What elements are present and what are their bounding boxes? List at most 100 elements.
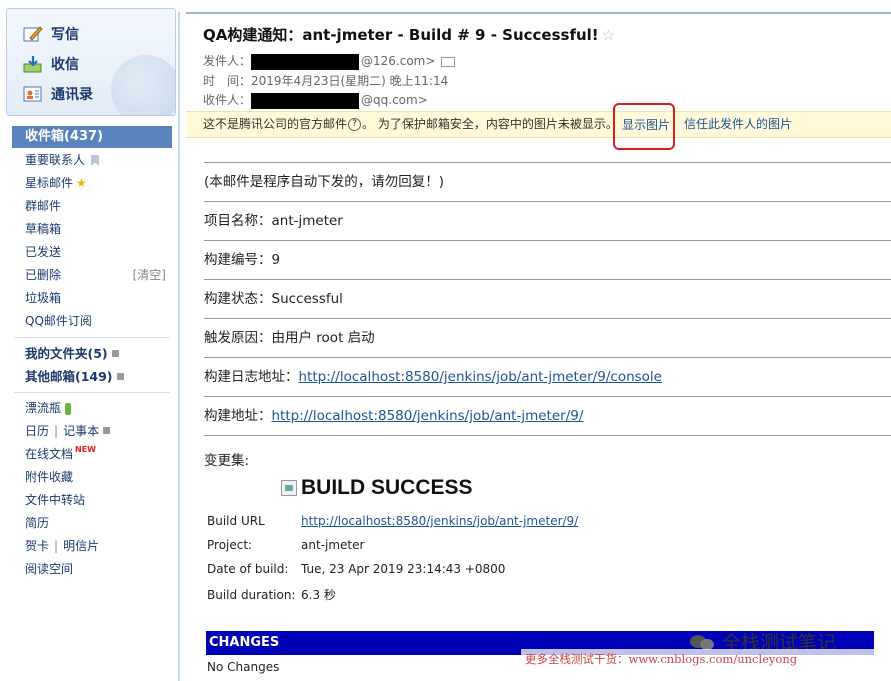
folder-deleted[interactable]: 已删除 [清空] xyxy=(12,264,172,287)
show-images-link[interactable]: 显示图片 xyxy=(622,113,670,138)
to-domain[interactable]: @qq.com> xyxy=(361,93,428,107)
star-outline-icon[interactable]: ☆ xyxy=(602,26,615,44)
changeset-label: 变更集: xyxy=(204,453,250,469)
cause-value: 由用户 root 启动 xyxy=(271,330,375,346)
report-value: ant-jmeter xyxy=(301,538,365,552)
folder-label: 已删除 xyxy=(25,268,62,282)
time-value: 2019年4月23日(星期二) 晚上11:14 xyxy=(251,74,449,88)
qq-penguin-decoration xyxy=(111,55,175,115)
report-row: Build duration: 6.3 秒 xyxy=(207,586,336,603)
folder-group-mail[interactable]: 群邮件 xyxy=(12,195,172,218)
folder-important-contacts[interactable]: 重要联系人 xyxy=(12,149,172,172)
redacted-sender xyxy=(251,53,360,70)
report-value: Tue, 23 Apr 2019 23:14:43 +0800 xyxy=(301,562,506,576)
contacts-icon xyxy=(23,85,43,103)
lock-icon xyxy=(116,373,124,380)
from-line: 发件人： @126.com> xyxy=(203,52,456,70)
build-url-link[interactable]: http://localhost:8580/jenkins/job/ant-jm… xyxy=(272,408,584,424)
calendar-link[interactable]: 日历 xyxy=(25,424,49,438)
folder-label: 重要联系人 xyxy=(25,153,86,167)
other-mailboxes-label: 其他邮箱(149) xyxy=(25,369,113,384)
log-url-row: 构建日志地址：http://localhost:8580/jenkins/job… xyxy=(204,357,891,396)
folder-spam[interactable]: 垃圾箱 xyxy=(12,287,172,310)
log-url-link[interactable]: http://localhost:8580/jenkins/job/ant-jm… xyxy=(299,369,662,385)
divider xyxy=(14,337,170,338)
empty-trash-link[interactable]: [清空] xyxy=(133,264,166,287)
build-number-value: 9 xyxy=(271,252,281,268)
no-changes-text: No Changes xyxy=(207,660,280,674)
online-docs[interactable]: 在线文档 NEW xyxy=(12,443,172,466)
folder-starred[interactable]: 星标邮件 ★ xyxy=(12,172,172,195)
quick-actions-panel: 写信 收信 通讯录 xyxy=(6,8,176,116)
separator: | xyxy=(54,424,59,438)
project-value: ant-jmeter xyxy=(271,213,343,229)
folder-sent[interactable]: 已发送 xyxy=(12,241,172,264)
warning-text-2: 。 为了保护邮箱安全，内容中的图片未被显示。 xyxy=(362,117,618,131)
divider xyxy=(14,392,170,393)
report-key: Build URL xyxy=(207,514,265,528)
warning-text: 这不是腾讯公司的官方邮件 xyxy=(203,117,348,131)
mail-subject: QA构建通知：ant-jmeter - Build # 9 - Successf… xyxy=(203,24,615,45)
file-transfer[interactable]: 文件中转站 xyxy=(12,489,172,512)
contact-card-icon[interactable] xyxy=(441,56,456,67)
build-url-label: 构建地址： xyxy=(204,408,272,424)
greeting-card-link[interactable]: 贺卡 xyxy=(25,539,49,553)
other-mailboxes[interactable]: 其他邮箱(149) xyxy=(12,365,172,388)
notepad-link[interactable]: 记事本 xyxy=(63,424,99,438)
folder-drafts[interactable]: 草稿箱 xyxy=(12,218,172,241)
file-transfer-label: 文件中转站 xyxy=(25,493,86,507)
folder-label: 垃圾箱 xyxy=(25,291,62,305)
folder-label: QQ邮件订阅 xyxy=(25,314,92,328)
wechat-icon xyxy=(690,633,716,651)
lock-icon xyxy=(111,350,119,357)
broken-image-icon xyxy=(281,480,297,496)
trust-sender-link[interactable]: 信任此发件人的图片 xyxy=(684,112,792,137)
drift-bottle[interactable]: 漂流瓶 xyxy=(12,397,172,420)
contacts-button[interactable]: 通讯录 xyxy=(23,83,93,105)
new-badge: NEW xyxy=(75,445,96,454)
attachments-label: 附件收藏 xyxy=(25,470,74,484)
project-row: 项目名称：ant-jmeter xyxy=(204,201,891,240)
star-icon: ★ xyxy=(76,176,87,190)
folder-label: 群邮件 xyxy=(25,199,62,213)
folder-inbox[interactable]: 收件箱(437) xyxy=(12,126,172,148)
status-row: 构建状态：Successful xyxy=(204,279,891,318)
lock-icon xyxy=(103,427,111,434)
separator: | xyxy=(54,539,59,553)
build-title: BUILD SUCCESS xyxy=(281,476,473,500)
from-domain[interactable]: @126.com> xyxy=(361,54,435,68)
folder-label: 草稿箱 xyxy=(25,222,62,236)
resume-label: 简历 xyxy=(25,516,50,530)
report-build-url-link[interactable]: http://localhost:8580/jenkins/job/ant-jm… xyxy=(301,514,578,528)
folder-qq-subscriptions[interactable]: QQ邮件订阅 xyxy=(12,310,172,333)
status-value: Successful xyxy=(271,291,343,307)
attachment-favorites[interactable]: 附件收藏 xyxy=(12,466,172,489)
resume[interactable]: 简历 xyxy=(12,512,172,535)
project-label: 项目名称： xyxy=(204,213,272,229)
compose-icon xyxy=(23,25,43,43)
bookmark-icon xyxy=(91,155,100,166)
compose-button[interactable]: 写信 xyxy=(23,23,79,45)
calendar-notepad-row: 日历 | 记事本 xyxy=(12,420,172,443)
receive-icon xyxy=(23,55,43,73)
receive-button[interactable]: 收信 xyxy=(23,53,79,75)
folder-label: 星标邮件 xyxy=(25,176,74,190)
mail-view: QA构建通知：ant-jmeter - Build # 9 - Successf… xyxy=(186,12,891,681)
reading-space[interactable]: 阅读空间 xyxy=(12,558,172,581)
compose-label: 写信 xyxy=(51,27,79,43)
my-folders-label: 我的文件夹(5) xyxy=(25,346,108,361)
mail-body: (本邮件是程序自动下发的，请勿回复！) 项目名称：ant-jmeter 构建编号… xyxy=(204,162,891,436)
build-number-label: 构建编号： xyxy=(204,252,272,268)
my-folders[interactable]: 我的文件夹(5) xyxy=(12,342,172,365)
reading-space-label: 阅读空间 xyxy=(25,562,74,576)
card-postcard-row: 贺卡 | 明信片 xyxy=(12,535,172,558)
cause-row: 触发原因：由用户 root 启动 xyxy=(204,318,891,357)
report-key: Date of build: xyxy=(207,562,289,576)
online-docs-label: 在线文档 xyxy=(25,447,74,461)
help-icon[interactable]: ? xyxy=(348,118,362,131)
to-line: 收件人： @qq.com> xyxy=(203,91,428,109)
build-url-row: 构建地址：http://localhost:8580/jenkins/job/a… xyxy=(204,396,891,435)
postcard-link[interactable]: 明信片 xyxy=(63,539,99,553)
status-label: 构建状态： xyxy=(204,291,272,307)
report-value: 6.3 秒 xyxy=(301,588,336,602)
